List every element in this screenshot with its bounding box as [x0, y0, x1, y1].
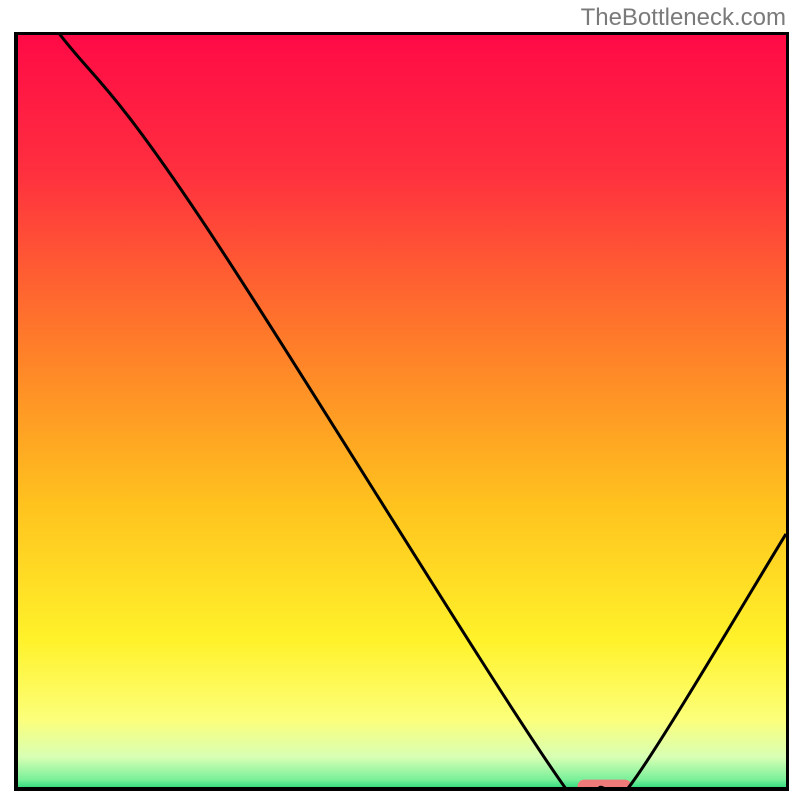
attribution-label: TheBottleneck.com	[581, 4, 786, 32]
chart-svg	[14, 35, 786, 791]
chart-container: TheBottleneck.com	[0, 0, 800, 800]
plot-area	[14, 32, 789, 791]
gradient-background	[14, 35, 786, 791]
